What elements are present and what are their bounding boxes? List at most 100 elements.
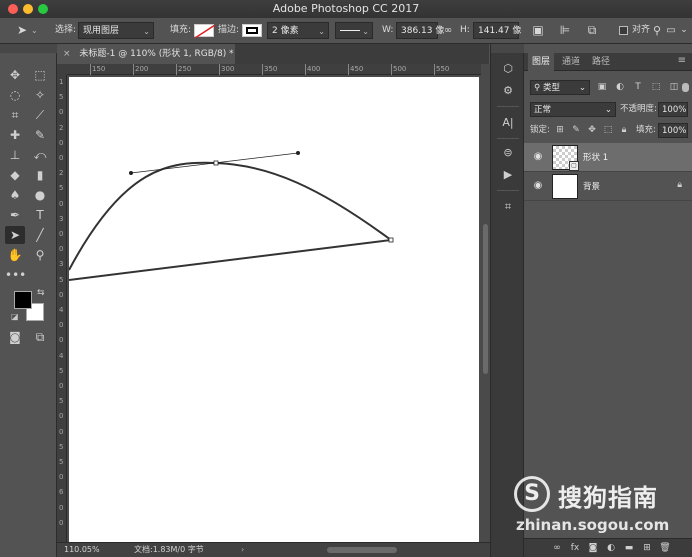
path-operations-icon[interactable]: ▣ (530, 22, 546, 39)
tools-panel-grip[interactable] (0, 44, 57, 53)
history-brush-tool-icon[interactable]: ⤺ (30, 146, 50, 164)
panel-menu-icon[interactable]: ≡ (678, 55, 686, 66)
eraser-tool-icon[interactable]: ◆ (5, 166, 25, 184)
healing-brush-tool-icon[interactable]: ✚ (5, 126, 25, 144)
brush-tool-icon[interactable]: ✎ (30, 126, 50, 144)
libraries-icon[interactable]: ⬡ (498, 60, 518, 78)
tool-preset-chevron-icon[interactable]: ⌄ (31, 22, 38, 39)
foreground-color-swatch[interactable] (14, 291, 32, 309)
default-colors-icon[interactable]: ◪ (11, 312, 19, 321)
canvas-area[interactable] (67, 75, 481, 542)
horizontal-ruler[interactable]: 150 200 250 300 350 400 450 500 550 (67, 64, 481, 75)
lock-position-icon[interactable]: ✥ (586, 123, 598, 138)
zoom-tool-icon[interactable]: ⚲ (30, 246, 50, 264)
quick-mask-icon[interactable]: ◙ (5, 328, 25, 346)
crop-panel-icon[interactable]: ⌗ (498, 198, 518, 216)
pen-tool-icon[interactable]: ✒ (5, 206, 25, 224)
add-mask-icon[interactable]: ◙ (586, 541, 600, 555)
link-layers-icon[interactable]: ∞ (550, 541, 564, 555)
align-edges-checkbox[interactable] (619, 26, 628, 35)
new-group-icon[interactable]: ▬ (622, 541, 636, 555)
link-icon[interactable]: ∞ (441, 22, 455, 39)
marquee-tool-icon[interactable]: ⬚ (30, 66, 50, 84)
lock-icon[interactable]: 🔒︎ (677, 180, 682, 190)
direct-selection-tool-icon[interactable]: ➤ (5, 226, 25, 244)
fill-opacity-field[interactable]: 100% (658, 123, 688, 138)
workspace-icon[interactable]: ▭ (664, 22, 678, 39)
line-tool-icon[interactable]: ╱ (30, 226, 50, 244)
workspace-chevron-icon[interactable]: ⌄ (678, 22, 690, 39)
filter-adjustment-icon[interactable]: ◐ (614, 80, 626, 95)
shape-path-drawing[interactable] (69, 77, 479, 542)
width-field[interactable]: 386.13 像 (396, 22, 444, 39)
lock-all-icon[interactable]: 🔒︎ (618, 123, 630, 138)
delete-layer-icon[interactable]: 🗑︎ (658, 541, 672, 555)
bezier-handle-end[interactable] (296, 151, 300, 155)
path-alignment-icon[interactable]: ⊫ (557, 22, 573, 39)
stroke-type-dropdown[interactable]: ⌄ (335, 22, 373, 39)
zoom-window-button[interactable] (38, 4, 48, 14)
layer-thumbnail[interactable] (552, 174, 578, 199)
dodge-tool-icon[interactable]: ● (30, 186, 50, 204)
layer-thumbnail[interactable]: ▢ (552, 145, 579, 171)
type-tool-icon[interactable]: T (30, 206, 50, 224)
filter-type-icon[interactable]: T (632, 80, 644, 95)
bezier-handle-start[interactable] (129, 171, 133, 175)
blend-mode-dropdown[interactable]: 正常 ⌄ (530, 102, 616, 117)
layer-name[interactable]: 背景 (583, 180, 600, 192)
stroke-swatch[interactable] (242, 24, 262, 37)
close-tab-icon[interactable]: × (63, 49, 71, 59)
minimize-window-button[interactable] (23, 4, 33, 14)
status-menu-arrow-icon[interactable]: › (241, 543, 244, 557)
layer-row-shape-1[interactable]: ◉ ▢ 形状 1 (524, 143, 692, 172)
lock-artboard-icon[interactable]: ⬚ (602, 123, 614, 138)
filter-smart-object-icon[interactable]: ◫ (668, 80, 680, 95)
magic-wand-tool-icon[interactable]: ✧ (30, 86, 50, 104)
gradient-tool-icon[interactable]: ▮ (30, 166, 50, 184)
tab-channels[interactable]: 通道 (558, 53, 584, 71)
ruler-origin[interactable] (57, 64, 67, 75)
filter-kind-dropdown[interactable]: ⚲ 类型 ⌄ (530, 80, 590, 95)
vertical-scrollbar-thumb[interactable] (483, 224, 488, 374)
more-tools-icon[interactable]: ••• (5, 266, 26, 284)
clone-stamp-tool-icon[interactable]: ⊥ (5, 146, 25, 164)
history-icon[interactable]: ⚙ (498, 82, 518, 100)
crop-tool-icon[interactable]: ⌗ (5, 106, 25, 124)
horizontal-scrollbar-thumb[interactable] (327, 547, 397, 553)
new-layer-icon[interactable]: ⊞ (640, 541, 654, 555)
hand-tool-icon[interactable]: ✋ (5, 246, 25, 264)
lock-image-icon[interactable]: ✎ (570, 123, 582, 138)
filter-shape-icon[interactable]: ⬚ (650, 80, 662, 95)
close-window-button[interactable] (8, 4, 18, 14)
path-arrangement-icon[interactable]: ⧉ (584, 22, 600, 39)
properties-icon[interactable]: ⊜ (498, 144, 518, 162)
height-field[interactable]: 141.47 像 (473, 22, 521, 39)
stroke-width-dropdown[interactable]: 2 像素 ⌄ (267, 22, 329, 39)
fill-swatch[interactable] (194, 24, 216, 39)
layer-style-icon[interactable]: fx (568, 541, 582, 555)
document-tab[interactable]: × 未标题-1 @ 110% (形状 1, RGB/8) * (57, 44, 235, 64)
tab-layers[interactable]: 图层 (528, 53, 555, 71)
opacity-field[interactable]: 100% (658, 102, 688, 117)
adjustment-layer-icon[interactable]: ◐ (604, 541, 618, 555)
path-selection-tool-icon[interactable]: ➤ (14, 22, 30, 39)
screen-mode-icon[interactable]: ⧉ (30, 328, 50, 346)
filter-pixel-icon[interactable]: ▣ (596, 80, 608, 95)
lasso-tool-icon[interactable]: ◌ (5, 86, 25, 104)
filter-toggle[interactable] (682, 83, 689, 92)
icon-strip-grip[interactable] (491, 44, 525, 53)
eye-icon[interactable]: ◉ (532, 180, 544, 192)
actions-play-icon[interactable]: ▶ (498, 166, 518, 184)
eye-icon[interactable]: ◉ (532, 151, 544, 163)
lock-transparent-icon[interactable]: ⊞ (554, 123, 566, 138)
select-dropdown[interactable]: 现用图层 ⌄ (78, 22, 154, 39)
shape-path[interactable] (69, 161, 394, 281)
zoom-level[interactable]: 110.05% (64, 543, 100, 557)
tab-paths[interactable]: 路径 (588, 53, 614, 71)
layer-name[interactable]: 形状 1 (583, 151, 608, 163)
document-canvas[interactable] (69, 77, 479, 542)
layer-row-background[interactable]: ◉ 背景 🔒︎ (524, 172, 692, 201)
swap-colors-icon[interactable]: ⇆ (37, 288, 45, 298)
search-icon[interactable]: ⚲ (650, 22, 664, 39)
blur-tool-icon[interactable]: ♠ (5, 186, 25, 204)
